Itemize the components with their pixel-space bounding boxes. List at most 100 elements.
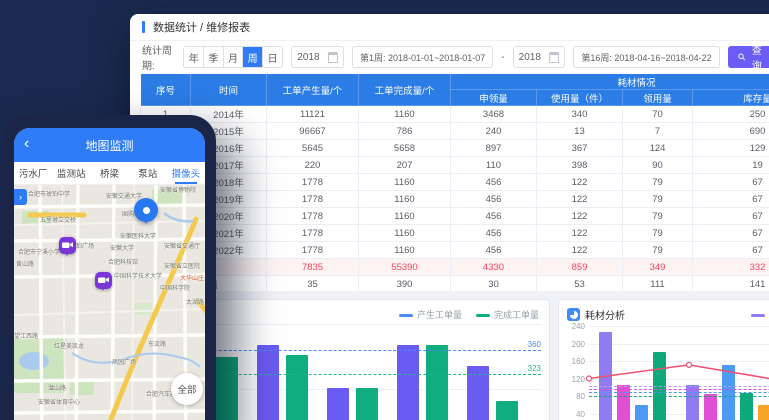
chart-badge-icon (567, 308, 580, 321)
phone-mockup: ‹ 地图监测 污水厂监测站桥梁泵站摄像头 (3, 115, 216, 420)
legend-item: 产生工单量 (399, 308, 462, 321)
back-chevron-icon[interactable]: ‹ (24, 134, 29, 154)
table-cell: 220 (267, 157, 359, 174)
year-to-select[interactable]: 2018 (513, 46, 566, 68)
report-table: 序号时间工单产生量/个工单完成量/个耗材情况申领量使用量（件）领用量库存量120… (140, 73, 769, 293)
tab-污水厂[interactable]: 污水厂 (14, 162, 52, 184)
query-button-label: 查询 (749, 42, 764, 72)
table-cell: 122 (537, 242, 623, 259)
camera-marker[interactable] (59, 237, 76, 254)
consumables-chart-title: 耗材分析 (585, 307, 625, 322)
table-cell: 897 (451, 140, 537, 157)
week-range-from-input[interactable]: 第1周: 2018-01-01~2018-01-07 (352, 46, 493, 68)
camera-marker[interactable] (95, 272, 112, 289)
table-row: 32016年56455658897367124129 (141, 140, 769, 157)
map-label: 红星美凯龙 (54, 341, 84, 350)
table-cell: 456 (451, 174, 537, 191)
table-cell: 456 (451, 225, 537, 242)
table-cell: 390 (359, 276, 451, 293)
map-label: 安徽省交通厅 (164, 241, 200, 250)
table-cell: 79 (623, 208, 693, 225)
year-from-select[interactable]: 2018 (291, 46, 344, 68)
location-pin-marker[interactable] (134, 198, 158, 222)
table-cell: 1160 (359, 208, 451, 225)
table-cell: 7 (623, 123, 693, 140)
period-option-季[interactable]: 季 (204, 47, 224, 67)
y-tick-label: 160 (561, 357, 585, 366)
consumables-chart-header: 耗材分析 (567, 307, 625, 322)
bar-产生工单量 (257, 345, 279, 420)
period-option-年[interactable]: 年 (184, 47, 204, 67)
table-cell: 35 (267, 276, 359, 293)
table-cell: 859 (537, 259, 623, 276)
map-label: 合肥科技馆 (108, 257, 138, 266)
period-option-周[interactable]: 周 (243, 47, 263, 67)
table-row: 42017年2202071103989019 (141, 157, 769, 174)
tab-摄像头[interactable]: 摄像头 (167, 162, 205, 184)
map-label: 黄山路 (16, 259, 34, 268)
period-option-日[interactable]: 日 (263, 47, 282, 67)
map-label: 安徽大学 (110, 243, 134, 252)
table-cell: 690 (693, 123, 769, 140)
map-label: 合肥市宁溪小学 (18, 247, 60, 256)
sub-column-header: 库存量 (693, 90, 769, 106)
table-row: 12014年111211160346834070250 (141, 106, 769, 123)
table-row: 82021年177811604561227967 (141, 225, 769, 242)
sub-column-header: 申领量 (451, 90, 537, 106)
table-cell: 398 (537, 157, 623, 174)
week-range-to-input[interactable]: 第16周: 2018-04-16~2018-04-22 (573, 46, 719, 68)
trend-line (589, 326, 769, 420)
table-cell: 110 (451, 157, 537, 174)
table-cell: 19 (693, 157, 769, 174)
table-cell: 240 (451, 123, 537, 140)
table-cell: 122 (537, 208, 623, 225)
year-from-value: 2018 (297, 52, 319, 63)
table-cell: 124 (623, 140, 693, 157)
table-cell: 79 (623, 191, 693, 208)
table-cell: 207 (359, 157, 451, 174)
map-label: 潜山路 (48, 383, 66, 392)
year-to-value: 2018 (519, 52, 541, 63)
table-cell: 79 (623, 174, 693, 191)
table-cell: 1778 (267, 191, 359, 208)
column-header: 序号 (141, 74, 191, 106)
table-cell: 13 (537, 123, 623, 140)
table-cell: 53 (537, 276, 623, 293)
table-cell: 67 (693, 242, 769, 259)
table-row: 62019年177811604561227967 (141, 191, 769, 208)
legend-swatch-icon (399, 314, 413, 317)
group-header: 耗材情况 (451, 74, 769, 90)
table-cell: 340 (537, 106, 623, 123)
period-segmented: 年季月周日 (183, 46, 283, 68)
legend-item: 完成工单量 (476, 308, 539, 321)
calendar-icon (328, 52, 338, 63)
table-cell: 79 (623, 242, 693, 259)
consumables-bar-line-chart (589, 326, 769, 420)
tab-桥梁[interactable]: 桥梁 (90, 162, 128, 184)
bar-完成工单量 (496, 401, 518, 420)
table-cell: 456 (451, 191, 537, 208)
tab-泵站[interactable]: 泵站 (129, 162, 167, 184)
table-cell: 5658 (359, 140, 451, 157)
tab-监测站[interactable]: 监测站 (52, 162, 90, 184)
phone-screen: ‹ 地图监测 污水厂监测站桥梁泵站摄像头 (14, 128, 205, 420)
breadcrumb-accent-bar (142, 21, 145, 33)
table-cell: 67 (693, 191, 769, 208)
bar-完成工单量 (216, 357, 238, 420)
map-expand-button[interactable]: › (14, 189, 27, 205)
period-option-月[interactable]: 月 (224, 47, 244, 67)
table-cell: 250 (693, 106, 769, 123)
map-view[interactable]: 合肥市琥珀中学安徽交通大学安徽省博物院五里墩立交桥国购广场安徽医科大学安徽省交通… (14, 185, 205, 420)
column-header: 时间 (191, 74, 267, 106)
map-label: 东流路 (148, 339, 166, 348)
table-cell: 456 (451, 242, 537, 259)
map-label: 安徽交通大学 (106, 191, 142, 200)
all-filter-button[interactable]: 全部 (171, 373, 203, 405)
table-cell: 3468 (451, 106, 537, 123)
query-button[interactable]: 查询 (728, 46, 769, 68)
sub-column-header: 使用量（件） (537, 90, 623, 106)
y-tick-label: 80 (561, 392, 585, 401)
table-cell: 122 (537, 191, 623, 208)
workorder-chart-legend: 产生工单量 完成工单量 (399, 308, 539, 321)
table-cell: 79 (623, 225, 693, 242)
